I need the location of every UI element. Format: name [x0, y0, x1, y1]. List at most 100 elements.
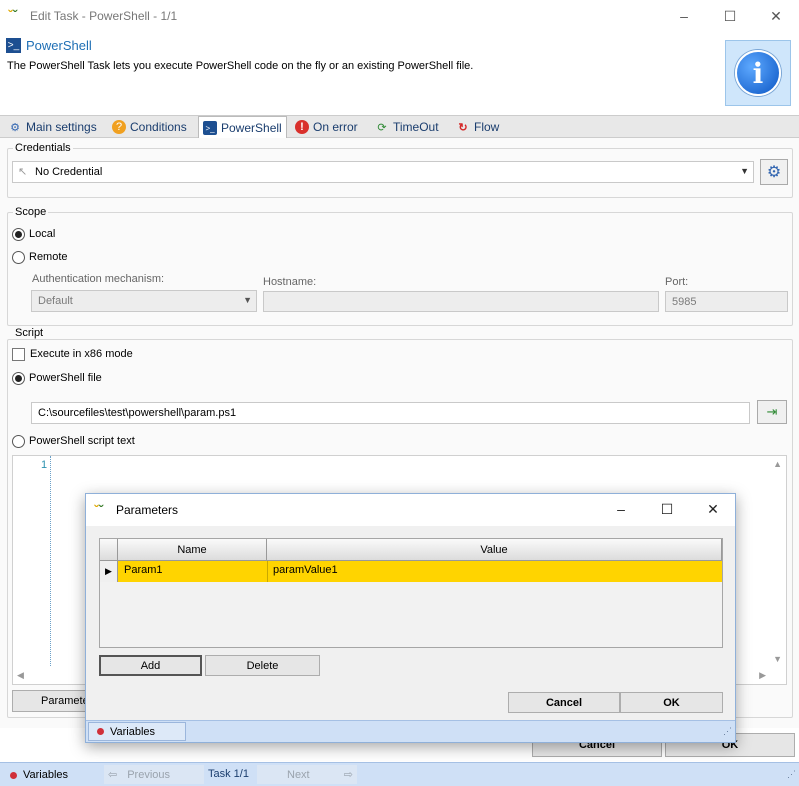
tab-bar: ⚙ Main settings ? Conditions >_ PowerShe… — [0, 115, 799, 139]
port-label: Port: — [665, 276, 689, 288]
maximize-icon: ☐ — [723, 7, 737, 24]
credential-settings-button[interactable]: ⚙ — [760, 159, 788, 185]
parameters-button[interactable]: Paramete — [12, 690, 92, 712]
port-input[interactable]: 5985 — [665, 291, 788, 312]
close-button[interactable]: ✕ — [753, 0, 799, 32]
add-parameter-button[interactable]: Add — [99, 655, 202, 676]
resize-grip-icon[interactable]: ⋰ — [787, 769, 796, 780]
column-header-label: Name — [177, 543, 207, 556]
credentials-label: Credentials — [13, 142, 73, 154]
dialog-ok-button[interactable]: OK — [620, 692, 723, 713]
close-icon: ✕ — [707, 500, 719, 517]
port-value: 5985 — [672, 295, 697, 308]
editor-gutter — [50, 456, 51, 666]
row-selector-icon: ▶ — [100, 561, 118, 582]
tab-label: TimeOut — [393, 120, 439, 134]
column-header-value[interactable]: Value — [267, 539, 722, 561]
dialog-minimize-button[interactable]: – — [598, 494, 644, 524]
variables-button[interactable]: Variables — [4, 766, 100, 784]
tab-on-error[interactable]: ! On error — [291, 116, 362, 138]
line-number: 1 — [41, 459, 48, 471]
close-icon: ✕ — [770, 7, 782, 24]
resize-grip-icon[interactable]: ⋰ — [723, 726, 732, 737]
previous-button[interactable]: ⇦ Previous — [104, 765, 204, 784]
task-counter: Task 1/1 — [208, 768, 249, 780]
parameters-dialog: ˇˇ Parameters – ☐ ✕ Name Value ▶ Param1 … — [85, 493, 736, 743]
table-row[interactable]: ▶ Param1 paramValue1 — [100, 561, 722, 582]
column-header-label: Value — [480, 543, 508, 556]
tab-timeout[interactable]: ⟳ TimeOut — [371, 116, 443, 138]
x86-mode-checkbox[interactable] — [12, 348, 25, 361]
dialog-cancel-button[interactable]: Cancel — [508, 692, 620, 713]
dialog-variables-button[interactable]: Variables — [88, 722, 186, 741]
flow-icon: ↻ — [458, 121, 468, 134]
status-bar: Variables ⇦ Previous Task 1/1 Next ⇨ ⋰ — [0, 762, 799, 786]
dialog-maximize-button[interactable]: ☐ — [644, 494, 690, 524]
delete-parameter-button[interactable]: Delete — [205, 655, 320, 676]
tab-flow[interactable]: ↻ Flow — [452, 116, 503, 138]
error-icon: ! — [295, 120, 309, 134]
cell-divider — [267, 561, 268, 582]
x86-mode-label: Execute in x86 mode — [30, 348, 133, 360]
chevron-down-icon: ▼ — [740, 166, 749, 176]
minimize-icon: – — [680, 8, 688, 24]
variables-dot-icon — [10, 771, 17, 779]
gear-icon: ⚙ — [766, 164, 782, 181]
powershell-icon: >_ — [6, 38, 21, 53]
script-text-label: PowerShell script text — [29, 435, 135, 447]
app-logo-icon: ˇˇ — [8, 7, 18, 23]
param-value-cell[interactable]: paramValue1 — [273, 564, 338, 576]
column-header-name[interactable]: Name — [118, 539, 267, 561]
import-file-icon: ⇥ — [766, 404, 778, 419]
next-button[interactable]: Next ⇨ — [257, 765, 357, 784]
credential-select[interactable]: ↖ No Credential ▼ — [12, 161, 754, 183]
powershell-icon: >_ — [203, 121, 217, 135]
maximize-icon: ☐ — [660, 500, 674, 517]
chevron-down-icon: ▼ — [243, 295, 252, 305]
dialog-status-bar: Variables ⋰ — [86, 720, 735, 742]
auth-mechanism-value: Default — [38, 295, 73, 307]
info-icon: i — [735, 50, 781, 96]
row-header-column — [100, 539, 118, 561]
page-title: PowerShell — [26, 38, 92, 53]
arrow-left-icon: ⇦ — [108, 769, 118, 781]
script-text-radio[interactable] — [12, 435, 25, 448]
previous-label: Previous — [127, 768, 171, 781]
remote-label: Remote — [29, 251, 68, 263]
timeout-icon: ⟳ — [377, 121, 387, 134]
next-label: Next — [287, 768, 310, 781]
file-path-input[interactable]: C:\sourcefiles\test\powershell\param.ps1 — [31, 402, 750, 424]
scroll-right-icon[interactable]: ▶ — [759, 670, 766, 681]
add-button-label: Add — [140, 659, 161, 672]
info-badge: i — [725, 40, 791, 106]
tab-main-settings[interactable]: ⚙ Main settings — [4, 116, 101, 138]
dialog-cancel-label: Cancel — [545, 696, 583, 709]
arrow-right-icon: ⇨ — [343, 769, 353, 781]
variables-dot-icon — [97, 728, 104, 735]
scroll-left-icon[interactable]: ◀ — [17, 670, 24, 681]
dialog-close-button[interactable]: ✕ — [690, 494, 736, 524]
gear-icon: ⚙ — [10, 121, 20, 134]
parameters-grid: Name Value ▶ Param1 paramValue1 — [99, 538, 723, 648]
hostname-input[interactable] — [263, 291, 659, 312]
scope-label: Scope — [13, 206, 49, 218]
remote-radio[interactable] — [12, 251, 25, 264]
powershell-file-radio[interactable] — [12, 372, 25, 385]
minimize-button[interactable]: – — [661, 0, 707, 32]
maximize-button[interactable]: ☐ — [707, 0, 753, 32]
tab-powershell[interactable]: >_ PowerShell — [198, 116, 287, 139]
param-name-cell[interactable]: Param1 — [124, 564, 163, 576]
auth-mechanism-label: Authentication mechanism: — [32, 273, 165, 285]
tab-conditions[interactable]: ? Conditions — [108, 116, 191, 138]
tab-label: PowerShell — [221, 121, 282, 135]
variables-label: Variables — [23, 769, 69, 781]
variables-label: Variables — [110, 725, 156, 738]
scroll-up-icon[interactable]: ▲ — [773, 459, 782, 469]
auth-mechanism-select[interactable]: Default ▼ — [31, 290, 257, 312]
local-label: Local — [29, 228, 56, 240]
browse-file-button[interactable]: ⇥ — [757, 400, 787, 424]
cursor-icon: ↖ — [18, 166, 28, 178]
hostname-label: Hostname: — [263, 276, 317, 288]
scroll-down-icon[interactable]: ▼ — [773, 654, 782, 664]
local-radio[interactable] — [12, 228, 25, 241]
